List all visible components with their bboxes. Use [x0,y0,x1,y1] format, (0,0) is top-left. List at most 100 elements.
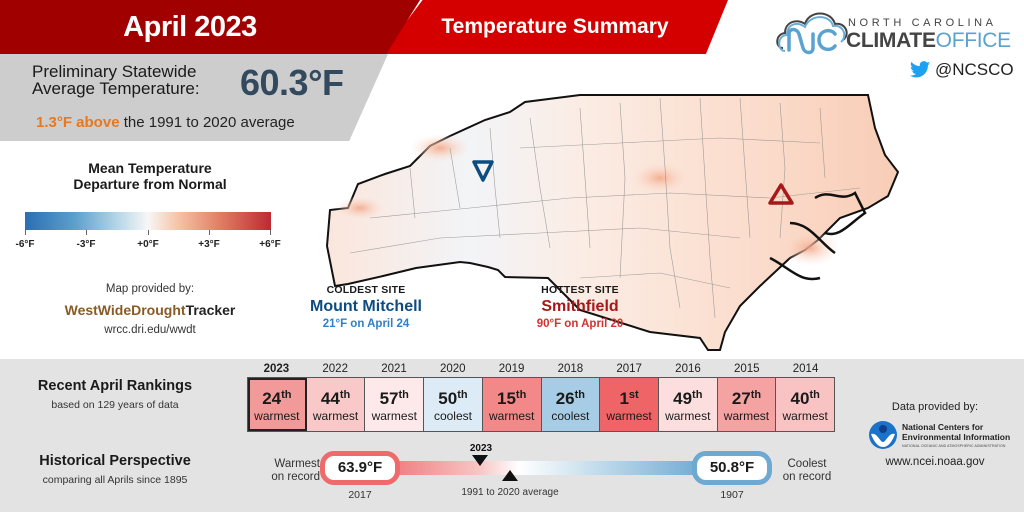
legend-tick-label: +3°F [198,239,220,250]
ranking-kind: warmest [606,409,652,423]
data-credit-url[interactable]: www.ncei.noaa.gov [855,456,1015,468]
ranking-number: 27th [718,386,776,408]
ranking-cell: 15th warmest [482,378,542,431]
ranking-value: 26 [555,389,575,408]
logo-text-line2: CLIMATEOFFICE [846,29,1011,53]
ranking-kind: coolest [433,409,472,423]
ranking-suffix: th [457,389,468,401]
ranking-suffix: th [809,389,820,401]
legend-title-line2: Departure from Normal [73,176,227,192]
ranking-suffix: th [574,389,586,401]
statewide-label-line1: Preliminary Statewide [32,62,197,81]
coldest-site-name: Mount Mitchell [310,298,422,315]
ranking-value: 44 [320,389,340,408]
ranking-suffix: th [750,389,762,401]
ranking-suffix: st [628,389,639,401]
legend-title-line1: Mean Temperature [88,160,212,176]
ranking-year: 2020 [439,363,466,375]
rankings-subtitle: based on 129 years of data [51,399,179,411]
page-subtitle: Temperature Summary [441,15,669,38]
data-credit-org-sub: NATIONAL OCEANIC AND ATMOSPHERIC ADMINIS… [902,444,1006,448]
ranking-value: 50 [438,389,458,408]
legend-tick [86,230,87,235]
coolest-record-value: 50.8°F [692,451,772,485]
ranking-kind: warmest [782,409,828,423]
warmest-label-line1: Warmest [274,458,320,470]
departure-text: the 1991 to 2020 average [119,114,295,131]
ranking-number: 44th [307,386,365,408]
map-credit-brand: WestWideDroughtTracker [0,302,300,318]
departure-highlight: 1.3°F above [36,114,120,131]
hottest-site-label: HOTTEST SITE [541,284,619,296]
legend-tick [209,230,210,235]
ranking-year: 2021 [381,363,407,375]
statewide-label-line2: Average Temperature: [32,79,200,98]
ranking-year: 2022 [322,363,348,375]
ranking-value: 40 [790,389,810,408]
map-credit-brand-part1: WestWideDrought [64,302,186,318]
coolest-label-line1: Coolest [787,458,827,470]
warmest-label-line2: on record [271,471,320,483]
ranking-number: 1st [600,386,658,408]
legend-color-bar [25,212,271,230]
ranking-value: 27 [731,389,751,408]
legend-tick [25,230,26,235]
logo-text-climate: CLIMATE [846,29,936,52]
coldest-site-detail: 21°F on April 24 [322,318,410,330]
rankings-table: 24th warmest 44th warmest 57th warmest 50th coo… [247,377,835,432]
legend-tick-label: -3°F [76,239,96,250]
data-credit-label: Data provided by: [891,401,979,413]
ranking-year: 2016 [675,363,701,375]
ranking-cell: 57th warmest [365,378,425,431]
org-line2: Environmental Information [902,431,1011,442]
coldest-site-label: COLDEST SITE [326,284,406,296]
ranking-kind: warmest [312,409,359,423]
hottest-site-detail: 90°F on April 20 [536,318,624,330]
legend-tick-label: +0°F [137,239,159,250]
ranking-kind: coolest [551,409,590,423]
ranking-value: 15 [497,389,516,408]
warmest-record-value: 63.9°F [320,451,400,485]
warmest-record-label: Warmest on record [256,458,320,484]
ranking-suffix: th [281,389,292,401]
nc-monogram [787,27,837,55]
statewide-departure: 1.3°F above the 1991 to 2020 average [36,114,295,131]
historical-scale-bar [395,461,705,475]
ranking-cell: 50th coolest [424,378,483,431]
ranking-cell: 26th coolest [541,378,601,431]
average-marker-label: 1991 to 2020 average [461,487,559,498]
ranking-number: 26th [542,386,600,408]
ranking-kind: warmest [665,409,711,423]
ranking-kind: warmest [254,409,300,423]
legend-tick-label: +6°F [259,239,281,250]
noaa-logo-icon [869,421,897,449]
ranking-suffix: th [398,389,409,401]
logo-text-line1: NORTH CAROLINA [848,17,997,29]
ranking-year: 2017 [616,363,642,375]
legend-title: Mean Temperature Departure from Normal [0,160,300,192]
map-credit-brand-part2: Tracker [185,302,236,318]
coolest-label-line2: on record [782,471,832,483]
hottest-site-name: Smithfield [541,298,619,315]
ranking-kind: warmest [371,409,417,423]
ranking-value: 24 [262,389,282,408]
ranking-kind: warmest [723,409,770,423]
ranking-number: 40th [776,386,834,408]
twitter-icon[interactable] [910,61,930,78]
statewide-label: Preliminary Statewide Average Temperatur… [32,63,232,97]
legend-tick [148,230,149,235]
ranking-year: 2015 [733,363,760,375]
ranking-year: 2018 [557,363,584,375]
twitter-handle[interactable]: @NCSCO [935,60,1014,80]
ranking-number: 50th [424,386,482,408]
legend-tick [270,230,271,235]
ranking-cell: 27th warmest [717,378,777,431]
map-credit-url[interactable]: wrcc.dri.edu/wwdt [0,324,300,336]
map-credit-label: Map provided by: [105,283,195,295]
ranking-value: 57 [379,389,399,408]
warmest-record-year: 2017 [348,489,372,501]
ranking-number: 57th [365,386,423,408]
average-marker-icon [502,470,518,481]
current-year-marker-icon [472,455,488,466]
ranking-number: 49th [659,386,717,408]
